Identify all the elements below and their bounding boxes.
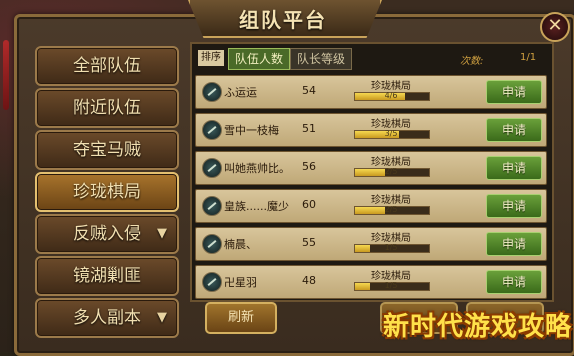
sort-by-leader-level-button[interactable]: 队长等级: [290, 48, 352, 70]
sidebar-item[interactable]: 珍珑棋局: [35, 172, 179, 212]
apply-button[interactable]: 申请: [486, 156, 542, 180]
sort-label: 排序: [198, 50, 224, 66]
sidebar-item-label: 珍珑棋局: [73, 182, 141, 202]
leader-level: 48: [302, 274, 316, 287]
refresh-button[interactable]: 刷新: [205, 302, 277, 334]
sidebar-item[interactable]: 反贼入侵 ▼: [35, 214, 179, 254]
apply-button[interactable]: 申请: [486, 232, 542, 256]
sidebar-item-label: 镜湖剿匪: [73, 266, 141, 286]
attempts-label: 次数:: [460, 56, 484, 67]
leader-level: 60: [302, 198, 316, 211]
apply-button[interactable]: 申请: [486, 194, 542, 218]
activity-name: 珍珑棋局: [371, 271, 411, 282]
close-icon: ✕: [547, 15, 563, 36]
sidebar-item[interactable]: 镜湖剿匪: [35, 256, 179, 296]
member-count: 2/5: [384, 167, 398, 176]
apply-button[interactable]: 申请: [486, 118, 542, 142]
dropdown-arrow-icon: ▼: [157, 226, 167, 241]
sidebar-item-label: 反贼入侵: [73, 224, 141, 244]
team-row: 皇族......魔少 60 珍珑棋局 2/5 申请: [195, 189, 547, 223]
team-row: 雪中一枝梅 51 珍珑棋局 3/5 申请: [195, 113, 547, 147]
sort-by-team-size-button[interactable]: 队伍人数: [228, 48, 290, 70]
sidebar-item-label: 附近队伍: [73, 98, 141, 118]
team-row: 卍星羽 48 珍珑棋局 1/5 申请: [195, 265, 547, 299]
member-count: 1/5: [384, 243, 398, 252]
team-row: ふ运运 54 珍珑棋局 4/6 申请: [195, 75, 547, 109]
apply-button[interactable]: 申请: [486, 80, 542, 104]
class-icon: [202, 272, 222, 292]
team-row: 楠晨、 55 珍珑棋局 1/5 申请: [195, 227, 547, 261]
window-title: 组队平台: [239, 8, 327, 32]
leader-name: 皇族......魔少: [224, 200, 289, 213]
member-count: 4/6: [384, 91, 398, 100]
activity-name: 珍珑棋局: [371, 81, 411, 92]
leader-name: 卍星羽: [224, 276, 257, 289]
member-count: 1/5: [384, 281, 398, 290]
leader-name: 叫她燕帅比。: [224, 162, 290, 175]
watermark-text: 新时代游戏攻略: [382, 312, 572, 342]
class-icon: [202, 196, 222, 216]
dropdown-arrow-icon: ▼: [157, 310, 167, 325]
activity-name: 珍珑棋局: [371, 233, 411, 244]
sidebar-item[interactable]: 全部队伍: [35, 46, 179, 86]
member-count: 3/5: [384, 129, 398, 138]
leader-level: 56: [302, 160, 316, 173]
leader-name: ふ运运: [224, 86, 257, 99]
class-icon: [202, 158, 222, 178]
sidebar-item-label: 夺宝马贼: [73, 140, 141, 160]
leader-level: 54: [302, 84, 316, 97]
leader-level: 51: [302, 122, 316, 135]
sidebar-item-label: 多人副本: [73, 308, 141, 328]
member-count: 2/5: [384, 205, 398, 214]
class-icon: [202, 120, 222, 140]
sidebar-item[interactable]: 附近队伍: [35, 88, 179, 128]
leader-level: 55: [302, 236, 316, 249]
red-lantern-decoration: [3, 40, 9, 110]
leader-name: 楠晨、: [224, 238, 257, 251]
team-row: 叫她燕帅比。 56 珍珑棋局 2/5 申请: [195, 151, 547, 185]
activity-name: 珍珑棋局: [371, 195, 411, 206]
class-icon: [202, 82, 222, 102]
sidebar-item-label: 全部队伍: [73, 56, 141, 76]
attempts-value: 1/1: [520, 52, 537, 63]
close-button[interactable]: ✕: [540, 12, 570, 42]
sidebar-item[interactable]: 多人副本 ▼: [35, 298, 179, 338]
apply-button[interactable]: 申请: [486, 270, 542, 294]
class-icon: [202, 234, 222, 254]
leader-name: 雪中一枝梅: [224, 124, 279, 137]
activity-name: 珍珑棋局: [371, 119, 411, 130]
activity-name: 珍珑棋局: [371, 157, 411, 168]
sidebar-item[interactable]: 夺宝马贼: [35, 130, 179, 170]
